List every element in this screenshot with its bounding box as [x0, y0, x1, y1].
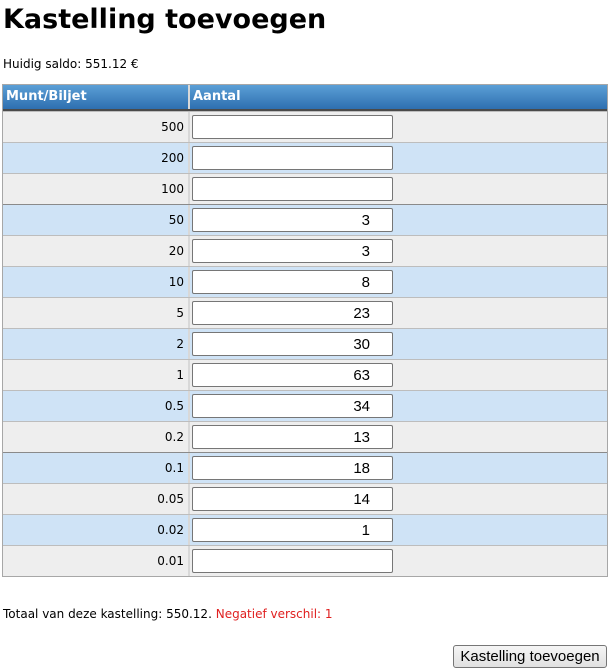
count-input-2[interactable]: [192, 332, 393, 356]
count-input-0-1[interactable]: [192, 456, 393, 480]
count-input-100[interactable]: [192, 177, 393, 201]
count-input-0-05[interactable]: [192, 487, 393, 511]
count-input-20[interactable]: [192, 239, 393, 263]
column-header-denomination: Munt/Biljet: [3, 85, 190, 109]
table-row: 50: [3, 204, 607, 235]
denomination-label: 500: [3, 112, 190, 142]
table-row: 0.05: [3, 483, 607, 514]
page-title: Kastelling toevoegen: [3, 4, 327, 35]
denomination-label: 0.05: [3, 484, 190, 514]
table-row: 0.1: [3, 452, 607, 483]
count-input-10[interactable]: [192, 270, 393, 294]
denomination-label: 10: [3, 267, 190, 297]
denomination-label: 0.2: [3, 422, 190, 452]
count-input-50[interactable]: [192, 208, 393, 232]
count-table: Munt/Biljet Aantal 500 200 100 50 20 10 …: [2, 84, 608, 577]
table-row: 0.2: [3, 421, 607, 452]
count-input-200[interactable]: [192, 146, 393, 170]
count-input-0-5[interactable]: [192, 394, 393, 418]
denomination-label: 5: [3, 298, 190, 328]
table-row: 0.02: [3, 514, 607, 545]
table-row: 0.01: [3, 545, 607, 576]
count-input-0-01[interactable]: [192, 549, 393, 573]
denomination-label: 100: [3, 174, 190, 204]
count-input-0-2[interactable]: [192, 425, 393, 449]
count-input-1[interactable]: [192, 363, 393, 387]
current-balance: Huidig saldo: 551.12 €: [3, 57, 139, 71]
total-text: Totaal van deze kastelling: 550.12.: [3, 607, 212, 621]
negative-difference: Negatief verschil: 1: [215, 607, 333, 621]
total-summary: Totaal van deze kastelling: 550.12. Nega…: [3, 607, 333, 621]
denomination-label: 0.1: [3, 453, 190, 483]
count-input-0-02[interactable]: [192, 518, 393, 542]
table-row: 200: [3, 142, 607, 173]
count-input-500[interactable]: [192, 115, 393, 139]
denomination-label: 0.02: [3, 515, 190, 545]
table-row: 500: [3, 111, 607, 142]
table-row: 2: [3, 328, 607, 359]
count-input-5[interactable]: [192, 301, 393, 325]
denomination-label: 2: [3, 329, 190, 359]
table-row: 0.5: [3, 390, 607, 421]
column-header-count: Aantal: [190, 85, 607, 109]
table-row: 10: [3, 266, 607, 297]
table-header: Munt/Biljet Aantal: [3, 85, 607, 111]
table-row: 20: [3, 235, 607, 266]
denomination-label: 0.01: [3, 546, 190, 576]
denomination-label: 200: [3, 143, 190, 173]
table-row: 1: [3, 359, 607, 390]
table-row: 100: [3, 173, 607, 204]
table-row: 5: [3, 297, 607, 328]
denomination-label: 0.5: [3, 391, 190, 421]
denomination-label: 50: [3, 205, 190, 235]
denomination-label: 1: [3, 360, 190, 390]
denomination-label: 20: [3, 236, 190, 266]
add-count-button[interactable]: Kastelling toevoegen: [453, 645, 607, 668]
